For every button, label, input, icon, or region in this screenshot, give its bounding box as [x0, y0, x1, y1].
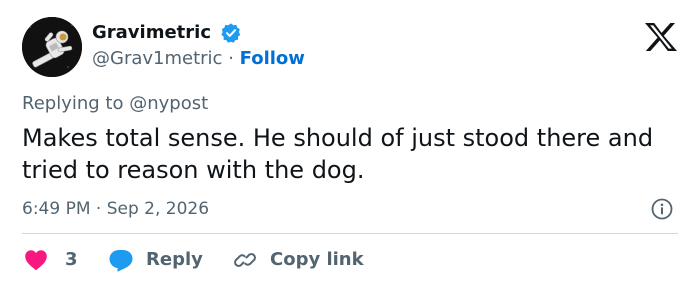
verified-badge-icon [221, 23, 241, 43]
timestamp-separator: · [95, 199, 102, 219]
divider [22, 233, 678, 234]
replying-to-label: Replying to [22, 93, 124, 114]
reply-bubble-icon [109, 250, 133, 272]
tweet-text: Makes total sense. He should of just sto… [22, 124, 654, 184]
author-avatar[interactable] [22, 17, 82, 77]
author-meta-row: @Grav1metric · Follow [92, 48, 305, 70]
x-logo-icon[interactable] [644, 22, 678, 52]
author-display-name[interactable]: Gravimetric [92, 22, 211, 44]
like-count: 3 [65, 249, 78, 270]
follow-button[interactable]: Follow [240, 48, 305, 69]
tweet-time: 6:49 PM [22, 199, 91, 219]
reply-button[interactable]: Reply [108, 246, 203, 274]
author-handle[interactable]: @Grav1metric [92, 48, 222, 69]
tweet-date: Sep 2, 2026 [106, 199, 210, 219]
copy-link-button[interactable]: Copy link [232, 246, 364, 274]
replying-to: Replying to @nypost [22, 92, 208, 116]
info-icon[interactable] [651, 198, 673, 220]
tweet-timestamp[interactable]: 6:49 PM · Sep 2, 2026 [22, 197, 209, 221]
reply-label: Reply [146, 249, 203, 270]
heart-icon [25, 250, 47, 271]
copy-link-label: Copy link [270, 249, 364, 270]
link-icon [234, 253, 256, 267]
like-button[interactable]: 3 [24, 246, 78, 274]
tweet-card: Gravimetric @Grav1metric · Follow Replyi… [0, 0, 700, 287]
astronaut-avatar-icon [22, 17, 82, 77]
meta-separator: · [228, 48, 234, 69]
reply-mention-link[interactable]: @nypost [129, 93, 208, 114]
